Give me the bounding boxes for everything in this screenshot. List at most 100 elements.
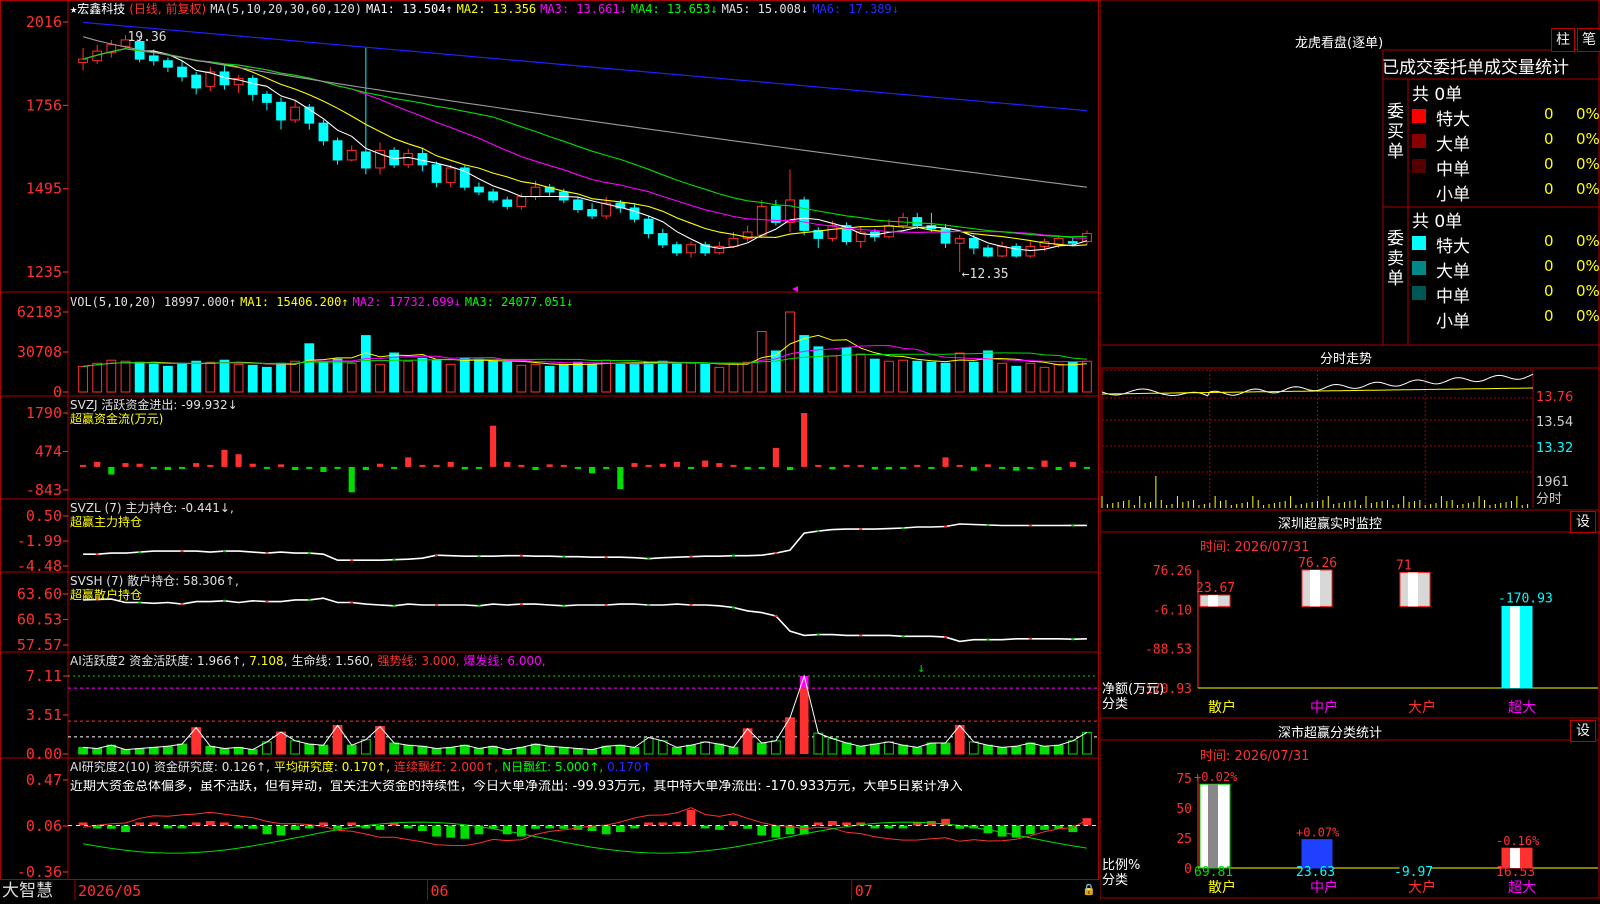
fundflow-bar xyxy=(419,464,426,467)
stock-name[interactable]: 宏鑫科技 xyxy=(77,2,125,16)
volume-bar xyxy=(968,361,979,393)
volume-bar xyxy=(219,359,230,393)
lhb-frame xyxy=(1100,0,1600,346)
classify-ylabel: 比例% 分类 xyxy=(1102,858,1140,888)
lhb-title: 龙虎看盘(逐单) xyxy=(1295,36,1384,51)
buy-side-label: 委买单 xyxy=(1387,102,1404,162)
svzl-indicator-0[interactable]: SVZL (7) 主力持仓: -0.441↓, xyxy=(70,501,234,515)
svzj-tick-label: 1790 xyxy=(26,404,62,422)
svzl-header: SVZL (7) 主力持仓: -0.441↓, xyxy=(70,501,242,515)
svzl-tick-label: -4.48 xyxy=(17,557,62,575)
ai2-indicator-3[interactable]: N日飘红: 5.000↑, xyxy=(502,760,603,774)
fundflow-bar xyxy=(546,464,553,467)
chart-mode[interactable]: (日线, 前复权) xyxy=(129,2,206,16)
candle-body xyxy=(247,77,258,95)
fundflow-bar xyxy=(687,466,695,469)
volume-bar xyxy=(261,366,272,393)
volume-bar xyxy=(445,363,456,393)
sell-row-value: 0 xyxy=(1544,257,1554,275)
classify-tick: 50 xyxy=(1176,802,1192,817)
fundflow-bar xyxy=(801,413,808,467)
activity-bar xyxy=(1025,742,1036,755)
candle-body xyxy=(163,60,173,68)
fundflow-bar xyxy=(532,466,539,471)
ai1-indicator-4[interactable]: 爆发线: 6.000, xyxy=(464,654,546,668)
classify-pct-label: +0.07% xyxy=(1296,826,1340,840)
vol-indicator-1[interactable]: MA1: 15406.200↑ xyxy=(240,295,348,309)
research-bar xyxy=(276,825,286,836)
volume-bar xyxy=(1025,362,1036,393)
main-indicator-0[interactable]: MA(5,10,20,30,60,120) xyxy=(210,2,362,16)
classify-settings-button[interactable]: 设 xyxy=(1570,720,1596,742)
fundflow-bar xyxy=(320,466,327,472)
ai1-indicator-1[interactable]: 7.108, xyxy=(249,654,287,668)
vol-indicator-3[interactable]: MA3: 24077.051↓ xyxy=(465,295,573,309)
tick-mode-button[interactable]: 笔 xyxy=(1577,28,1600,52)
main-indicator-6[interactable]: MA6: 17.389↓ xyxy=(812,2,899,16)
vol-indicator-0[interactable]: VOL(5,10,20) 18997.000↑ xyxy=(70,295,236,309)
retail-holding-line-tick xyxy=(1028,637,1032,640)
volume-bar xyxy=(587,363,597,393)
main-indicator-5[interactable]: MA5: 15.008↓ xyxy=(722,2,809,16)
fenshi-title[interactable]: 分时走势 xyxy=(1320,348,1372,367)
activity-bar xyxy=(148,746,159,755)
sell-row-percent: 0% xyxy=(1576,307,1600,325)
fundflow-bar xyxy=(150,466,157,469)
volume-bar xyxy=(488,360,498,393)
vol-indicator-2[interactable]: MA2: 17732.699↓ xyxy=(353,295,461,309)
volume-bar xyxy=(799,335,810,393)
chart-area: 2016 1756 1495 1235 62183 30708 0 1790 474 -843 0.… xyxy=(0,0,1100,901)
activity-bar xyxy=(813,732,824,755)
volume-bar xyxy=(375,363,385,393)
volume-bar xyxy=(983,350,993,393)
research-bar xyxy=(757,825,767,836)
monitor-settings-button[interactable]: 设 xyxy=(1570,511,1596,533)
fundflow-bar xyxy=(108,466,115,475)
fundflow-bar xyxy=(405,457,412,467)
bar-mode-button[interactable]: 柱 xyxy=(1551,28,1575,52)
research-bar xyxy=(446,825,456,838)
svzj-indicator-0[interactable]: SVZJ 活跃资金进出: -99.932↓ xyxy=(70,398,238,412)
ai2-tick-label: -0.36 xyxy=(17,863,62,881)
lhb-tab[interactable]: 已成交委托单成交量统计 xyxy=(1382,53,1569,78)
buy-color-swatch xyxy=(1412,159,1426,173)
main-indicator-2[interactable]: MA2: 13.356 xyxy=(457,2,536,16)
candle-body xyxy=(756,205,767,236)
buy-row-percent: 0% xyxy=(1576,155,1600,173)
fundflow-bar xyxy=(362,466,369,471)
ai2-indicator-2[interactable]: 连续飘红: 2.000↑, xyxy=(394,760,498,774)
activity-bar xyxy=(912,746,923,755)
main-indicator-4[interactable]: MA4: 13.653↓ xyxy=(631,2,718,16)
ma10-line xyxy=(82,48,1087,247)
volume-bar xyxy=(601,359,612,393)
fenshi-avg-line xyxy=(1102,387,1533,395)
volume-bar xyxy=(855,353,866,393)
main-indicator-1[interactable]: MA1: 13.504↑ xyxy=(366,2,453,16)
research-bar xyxy=(1040,825,1049,830)
fundflow-bar xyxy=(970,466,977,471)
retail-holding-line-tick xyxy=(604,603,608,606)
classify-tick: 75 xyxy=(1176,772,1192,787)
fundflow-bar xyxy=(447,461,454,467)
high-annotation: 19.36 xyxy=(127,30,166,45)
ai2-indicator-1[interactable]: 平均研究度: 0.170↑, xyxy=(274,760,390,774)
buy-row-percent: 0% xyxy=(1576,105,1600,123)
ai2-indicator-0[interactable]: AI研究度2(10) 资金研究度: 0.126↑, xyxy=(70,760,270,774)
fundflow-bar xyxy=(829,466,836,470)
fundflow-bar xyxy=(122,463,129,467)
svsh-indicator-0[interactable]: SVSH (7) 散户持仓: 58.306↑, xyxy=(70,574,239,588)
main-holding-line-tick xyxy=(435,554,439,557)
main-indicator-3[interactable]: MA3: 13.661↓ xyxy=(540,2,627,16)
buy-row-label: 中单 xyxy=(1436,160,1470,180)
ai1-indicator-0[interactable]: AI活跃度2 资金活跃度: 1.966↑, xyxy=(70,654,245,668)
ai2-indicator-4[interactable]: 0.170↑ xyxy=(607,760,651,774)
ai1-indicator-2[interactable]: 生命线: 1.560, xyxy=(291,654,373,668)
activity-bar xyxy=(983,744,993,755)
activity-line xyxy=(83,674,1088,751)
volume-bar xyxy=(954,352,965,393)
main-holding-line-tick xyxy=(222,550,226,553)
ai1-indicator-3[interactable]: 强势线: 3.000, xyxy=(377,654,459,668)
retail-holding-line-tick xyxy=(816,633,820,636)
sell-row-value: 0 xyxy=(1544,307,1554,325)
classify-category: 散户 xyxy=(1208,879,1236,896)
